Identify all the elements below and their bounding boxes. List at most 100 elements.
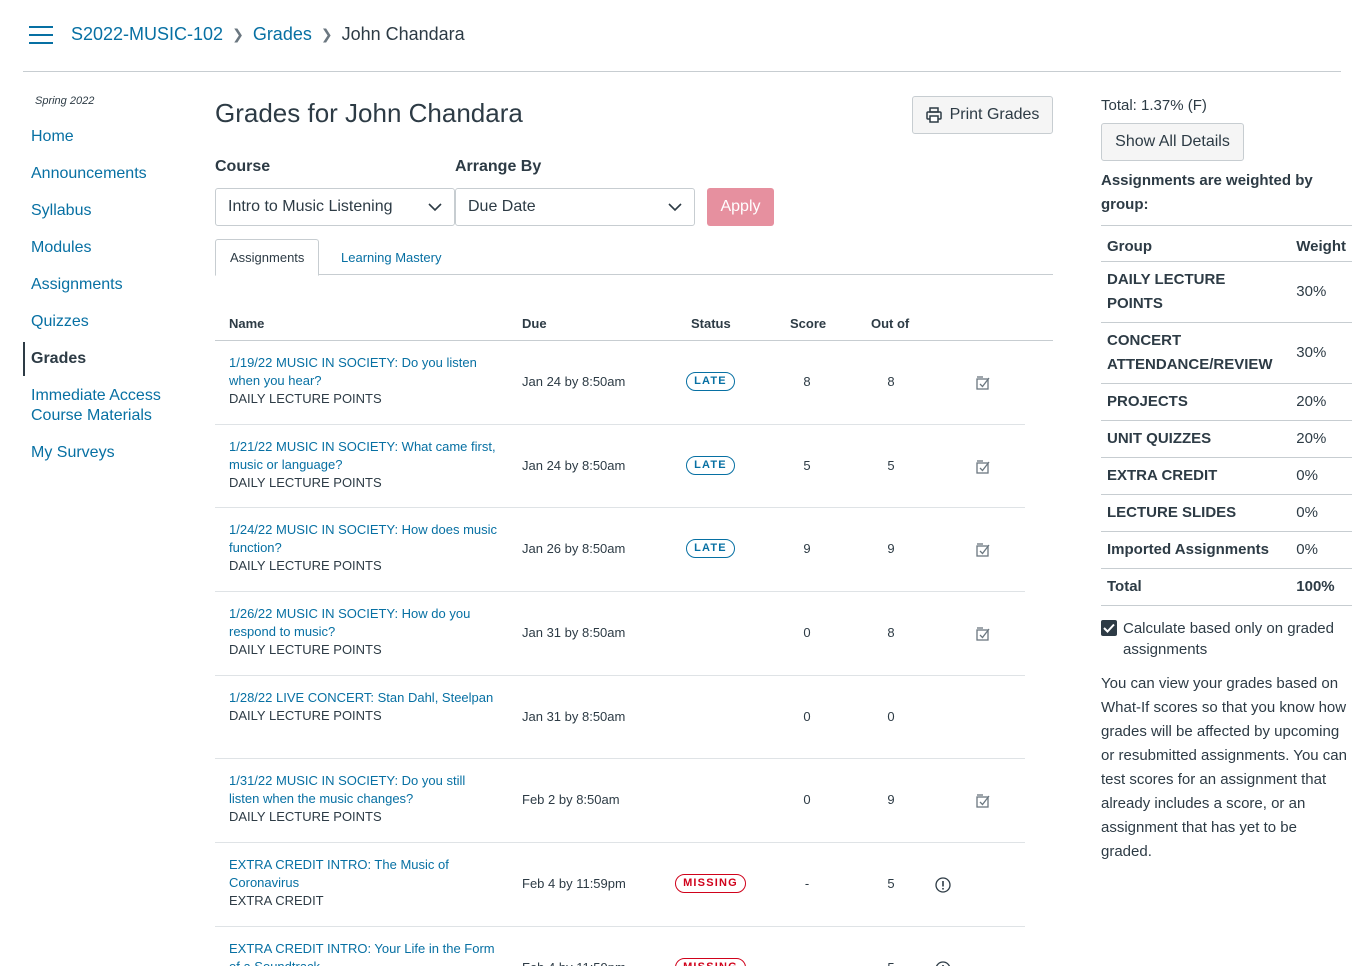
weight-value: 20%: [1290, 420, 1352, 458]
nav-item-quizzes[interactable]: Quizzes: [23, 312, 193, 332]
arrange-by-select[interactable]: Due Date: [455, 188, 695, 226]
nav-item-grades[interactable]: Grades: [23, 342, 193, 376]
assignment-group: DAILY LECTURE POINTS: [229, 391, 382, 406]
weight-row: Total 100%: [1101, 568, 1352, 606]
what-if-description: You can view your grades based on What-I…: [1101, 675, 1347, 860]
printer-icon: [925, 107, 942, 123]
nav-item-assignments[interactable]: Assignments: [23, 275, 193, 295]
points-possible: 9: [887, 541, 895, 557]
nav-item-announcements[interactable]: Announcements: [23, 164, 193, 184]
weight-group: Imported Assignments: [1101, 531, 1291, 569]
table-row: 1/26/22 MUSIC IN SOCIETY: How do you res…: [215, 592, 1025, 676]
submission-icon[interactable]: [975, 793, 991, 809]
tab-learning-mastery[interactable]: Learning Mastery: [327, 239, 455, 275]
apply-button[interactable]: Apply: [707, 188, 774, 226]
calc-graded-only-checkbox[interactable]: [1101, 620, 1117, 636]
table-row: 1/28/22 LIVE CONCERT: Stan Dahl, Steelpa…: [215, 676, 1025, 760]
weight-value: 0%: [1290, 457, 1352, 495]
assignment-link[interactable]: EXTRA CREDIT INTRO: The Music of Coronav…: [229, 857, 449, 890]
assignment-group: EXTRA CREDIT: [229, 893, 324, 909]
grades-table-header: Name Due Status Score Out of: [215, 312, 1053, 341]
assignment-link[interactable]: 1/31/22 MUSIC IN SOCIETY: Do you still l…: [229, 773, 465, 806]
hamburger-menu-icon[interactable]: [29, 26, 53, 46]
warning-icon: [935, 877, 951, 893]
status-badge: LATE: [686, 539, 735, 559]
table-row: 1/21/22 MUSIC IN SOCIETY: What came firs…: [215, 425, 1025, 509]
points-possible: 0: [887, 708, 895, 724]
assignment-name-cell: 1/21/22 MUSIC IN SOCIETY: What came firs…: [229, 438, 499, 492]
column-header-status[interactable]: Status: [691, 316, 731, 331]
assignment-name-cell: EXTRA CREDIT INTRO: Your Life in the For…: [229, 940, 499, 966]
tab-assignments[interactable]: Assignments: [215, 239, 320, 276]
nav-item-syllabus[interactable]: Syllabus: [23, 201, 193, 221]
assignment-link[interactable]: 1/28/22 LIVE CONCERT: Stan Dahl, Steelpa…: [229, 690, 493, 705]
weighted-note: Assignments are weighted by group:: [1101, 172, 1313, 213]
show-all-details-button[interactable]: Show All Details: [1101, 123, 1244, 161]
column-header-due[interactable]: Due: [522, 316, 547, 331]
status-cell: LATE: [673, 539, 748, 559]
score[interactable]: 5: [787, 458, 827, 473]
column-header-name[interactable]: Name: [229, 316, 264, 331]
status-cell: LATE: [673, 455, 748, 475]
score[interactable]: 9: [787, 541, 827, 556]
points-possible: 8: [887, 625, 895, 641]
checkmark-icon: [1103, 623, 1115, 633]
table-row: 1/24/22 MUSIC IN SOCIETY: How does music…: [215, 508, 1025, 593]
breadcrumb-course[interactable]: S2022-MUSIC-102: [71, 24, 223, 45]
weight-row: PROJECTS 20%: [1101, 383, 1352, 421]
submission-icon[interactable]: [975, 542, 991, 558]
assignment-link[interactable]: EXTRA CREDIT INTRO: Your Life in the For…: [229, 941, 495, 966]
assignment-name-cell: 1/24/22 MUSIC IN SOCIETY: How does music…: [229, 521, 499, 575]
assignment-link[interactable]: 1/24/22 MUSIC IN SOCIETY: How does music…: [229, 522, 497, 555]
assignment-link[interactable]: 1/26/22 MUSIC IN SOCIETY: How do you res…: [229, 606, 470, 639]
calc-graded-only-option: Calculate based only on graded assignmen…: [1101, 618, 1351, 660]
weight-value: 30%: [1290, 322, 1352, 384]
score[interactable]: 0: [787, 625, 827, 640]
score[interactable]: 0: [787, 709, 827, 724]
weight-value: 100%: [1290, 568, 1352, 606]
breadcrumb-grades[interactable]: Grades: [253, 24, 312, 45]
column-header-out-of[interactable]: Out of: [871, 316, 909, 331]
submission-icon[interactable]: [975, 459, 991, 475]
weight-group: LECTURE SLIDES: [1101, 494, 1291, 532]
weight-value: 20%: [1290, 383, 1352, 421]
column-header-score[interactable]: Score: [790, 316, 826, 331]
status-badge: LATE: [686, 455, 735, 475]
status-cell: MISSING: [673, 874, 748, 894]
nav-item-immediate-access[interactable]: Immediate Access Course Materials: [23, 386, 193, 426]
status-cell: MISSING: [673, 957, 748, 966]
score[interactable]: 8: [787, 374, 827, 389]
due-date: Jan 24 by 8:50am: [522, 374, 626, 389]
nav-item-my-surveys[interactable]: My Surveys: [23, 443, 193, 463]
page-title: Grades for John Chandara: [215, 98, 523, 128]
assignment-name-cell: 1/26/22 MUSIC IN SOCIETY: How do you res…: [229, 605, 499, 659]
weights-header-weight: Weight: [1290, 225, 1352, 262]
submission-icon[interactable]: [975, 375, 991, 391]
due-date: Feb 2 by 8:50am: [522, 792, 620, 808]
nav-item-home[interactable]: Home: [23, 127, 193, 147]
score[interactable]: -: [787, 960, 827, 966]
weight-row: CONCERT ATTENDANCE/REVIEW 30%: [1101, 322, 1352, 384]
weight-group: EXTRA CREDIT: [1101, 457, 1291, 495]
calc-graded-only-label[interactable]: Calculate based only on graded assignmen…: [1123, 618, 1351, 660]
table-row: 1/19/22 MUSIC IN SOCIETY: Do you listen …: [215, 341, 1025, 425]
due-date: Feb 4 by 11:59pm: [522, 960, 626, 966]
assignment-name-cell: EXTRA CREDIT INTRO: The Music of Coronav…: [229, 856, 499, 910]
assignment-link[interactable]: 1/19/22 MUSIC IN SOCIETY: Do you listen …: [229, 355, 477, 388]
submission-icon[interactable]: [975, 626, 991, 642]
due-date: Jan 26 by 8:50am: [522, 541, 626, 557]
weight-row: DAILY LECTURE POINTS 30%: [1101, 261, 1352, 323]
print-grades-button[interactable]: Print Grades: [912, 96, 1053, 134]
weight-value: 30%: [1290, 261, 1352, 323]
points-possible: 5: [887, 457, 895, 473]
table-row: 1/31/22 MUSIC IN SOCIETY: Do you still l…: [215, 759, 1025, 844]
score[interactable]: -: [787, 876, 827, 891]
nav-item-modules[interactable]: Modules: [23, 238, 193, 258]
table-row: EXTRA CREDIT INTRO: The Music of Coronav…: [215, 843, 1025, 927]
score[interactable]: 0: [787, 792, 827, 807]
breadcrumb-current: John Chandara: [341, 24, 465, 44]
warning-icon: [935, 961, 951, 966]
assignment-link[interactable]: 1/21/22 MUSIC IN SOCIETY: What came firs…: [229, 439, 496, 472]
course-select[interactable]: Intro to Music Listening: [215, 188, 455, 226]
top-bar: S2022-MUSIC-102 ❯ Grades ❯ John Chandara: [23, 0, 1341, 72]
